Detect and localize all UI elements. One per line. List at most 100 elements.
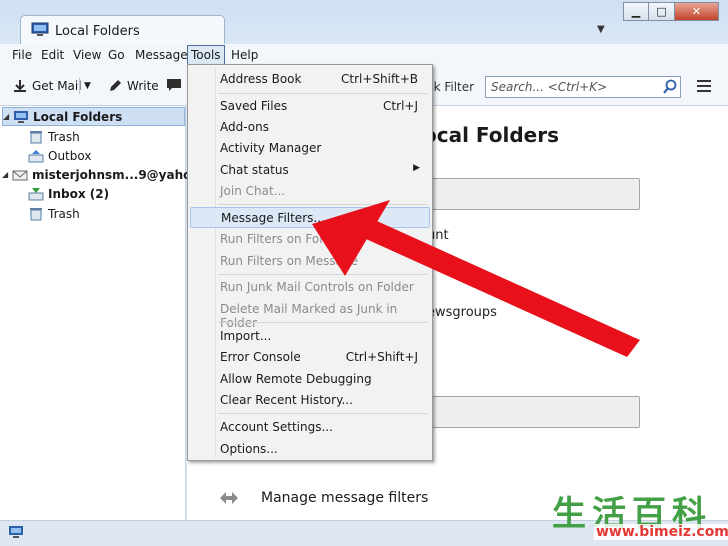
watermark-url: www.bimeiz.com: [594, 524, 728, 540]
menu-item-clear-recent-history[interactable]: Clear Recent History...: [190, 390, 430, 411]
menu-item-shortcut: Ctrl+J: [383, 99, 418, 113]
folder-label: Local Folders: [33, 109, 123, 124]
chat-bubble-icon: [167, 79, 181, 91]
maximize-button[interactable]: □: [649, 2, 675, 21]
toolbar-separator: [79, 78, 80, 94]
newsgroups-link-fragment[interactable]: ewsgroups: [427, 305, 497, 320]
folder-local-folders[interactable]: ◢ Local Folders: [2, 107, 185, 126]
folder-label: Trash: [48, 129, 80, 144]
write-button[interactable]: Write: [107, 78, 159, 94]
menu-item-label: Run Junk Mail Controls on Folder: [220, 280, 414, 294]
manage-message-filters-link[interactable]: Manage message filters: [261, 490, 428, 506]
menu-item-label: Message Filters...: [221, 211, 325, 225]
folder-account-trash[interactable]: Trash: [28, 204, 80, 223]
menu-item-label: Run Filters on Folder: [220, 232, 343, 246]
chat-button[interactable]: [166, 78, 182, 92]
menu-item-allow-remote-debugging[interactable]: Allow Remote Debugging: [190, 369, 430, 390]
message-filters-icon: [220, 492, 238, 504]
menu-bar: File Edit View Go Message Tools Help: [0, 44, 728, 66]
menu-item-account-settings[interactable]: Account Settings...: [190, 417, 430, 438]
search-icon[interactable]: [663, 79, 677, 95]
menu-item-activity-manager[interactable]: Activity Manager: [190, 138, 430, 159]
feeds-link-fragment[interactable]: ds: [552, 305, 567, 320]
minimize-button[interactable]: ▁: [623, 2, 649, 21]
menu-separator: [218, 204, 428, 205]
download-icon: [14, 80, 26, 92]
tab-strip: Local Folders ▼ ▁ □ ✕: [0, 0, 728, 45]
get-mail-label: Get Mail: [32, 79, 82, 93]
menu-item-import[interactable]: Import...: [190, 326, 430, 347]
menu-item-label: Import...: [220, 329, 272, 343]
mail-account-icon: [12, 170, 28, 180]
menu-file[interactable]: File: [12, 48, 32, 62]
menu-item-label: Options...: [220, 442, 278, 456]
folder-inbox[interactable]: Inbox (2): [28, 184, 109, 203]
window-controls: ▁ □ ✕: [623, 2, 719, 21]
menu-separator: [218, 93, 428, 94]
menu-item-options[interactable]: Options...: [190, 439, 430, 460]
quick-filter-button[interactable]: ck Filter: [427, 80, 474, 94]
menu-item-label: Saved Files: [220, 99, 288, 113]
submenu-arrow-icon: ▶: [413, 163, 420, 173]
tab-local-folders[interactable]: Local Folders: [20, 15, 225, 45]
folder-pane: ◢ Local Folders Trash Outbox ◢ misterjoh…: [0, 106, 220, 520]
menu-item-shortcut: Ctrl+Shift+B: [341, 72, 418, 86]
content-box: [427, 178, 640, 210]
menu-item-message-filters[interactable]: Message Filters...: [190, 207, 430, 228]
tools-menu: Address Book Ctrl+Shift+B Saved Files Ct…: [187, 64, 433, 461]
menu-item-label: Run Filters on Message: [220, 254, 358, 268]
search-placeholder: Search... <Ctrl+K>: [491, 80, 608, 94]
menu-view[interactable]: View: [73, 48, 101, 62]
menu-go[interactable]: Go: [108, 48, 125, 62]
menu-tools[interactable]: Tools: [187, 45, 225, 65]
outbox-icon: [28, 149, 44, 162]
close-button[interactable]: ✕: [675, 2, 719, 21]
menu-item-label: Activity Manager: [220, 141, 322, 155]
menu-item-label: Address Book: [220, 72, 302, 86]
offline-status-icon[interactable]: [8, 525, 24, 539]
menu-item-error-console[interactable]: Error Console Ctrl+Shift+J: [190, 347, 430, 368]
menu-item-label: Error Console: [220, 350, 301, 364]
menu-item-address-book[interactable]: Address Book Ctrl+Shift+B: [190, 69, 430, 90]
menu-edit[interactable]: Edit: [41, 48, 64, 62]
menu-item-shortcut: Ctrl+Shift+J: [345, 350, 418, 364]
folder-label: Outbox: [48, 148, 92, 163]
menu-item-run-filters-on-message: Run Filters on Message: [190, 251, 430, 272]
get-mail-button[interactable]: Get Mail: [12, 78, 82, 94]
menu-item-chat-status[interactable]: Chat status ▶: [190, 160, 430, 181]
thunderbird-window: Local Folders ▼ ▁ □ ✕ File Edit View Go …: [0, 0, 728, 546]
menu-item-label: Account Settings...: [220, 420, 333, 434]
computer-icon: [14, 110, 28, 123]
menu-message[interactable]: Message: [135, 48, 188, 62]
folder-trash[interactable]: Trash: [28, 127, 80, 146]
get-mail-dropdown-icon[interactable]: ▼: [84, 81, 91, 91]
menu-item-label: Allow Remote Debugging: [220, 372, 372, 386]
menu-item-label: Clear Recent History...: [220, 393, 353, 407]
menu-item-run-filters-on-folder: Run Filters on Folder: [190, 229, 430, 250]
menu-item-label: Join Chat...: [220, 184, 286, 198]
menu-item-delete-junk-mail: Delete Mail Marked as Junk in Folder: [190, 299, 430, 330]
tab-list-dropdown-icon[interactable]: ▼: [597, 24, 605, 35]
menu-item-saved-files[interactable]: Saved Files Ctrl+J: [190, 96, 430, 117]
menu-separator: [218, 413, 428, 414]
page-title: ocal Folders: [423, 123, 560, 147]
menu-separator: [218, 322, 428, 323]
watermark: 生活百科 www.bimeiz.com: [544, 486, 728, 546]
menu-item-run-junk-mail-controls: Run Junk Mail Controls on Folder: [190, 277, 430, 298]
search-input[interactable]: Search... <Ctrl+K>: [485, 76, 681, 98]
content-box: [427, 396, 640, 428]
collapse-icon[interactable]: ◢: [2, 170, 12, 179]
folder-label: Inbox (2): [48, 186, 110, 201]
menu-item-join-chat: Join Chat...: [190, 181, 430, 202]
inbox-icon: [28, 187, 44, 200]
folder-label: Trash: [48, 206, 80, 221]
pencil-icon: [110, 80, 121, 91]
collapse-icon[interactable]: ◢: [3, 112, 13, 121]
computer-icon: [31, 22, 49, 36]
menu-help[interactable]: Help: [231, 48, 258, 62]
app-menu-icon[interactable]: [697, 80, 711, 92]
menu-separator: [218, 274, 428, 275]
folder-outbox[interactable]: Outbox: [28, 146, 91, 165]
menu-item-label: Chat status: [220, 163, 289, 177]
menu-item-add-ons[interactable]: Add-ons: [190, 117, 430, 138]
